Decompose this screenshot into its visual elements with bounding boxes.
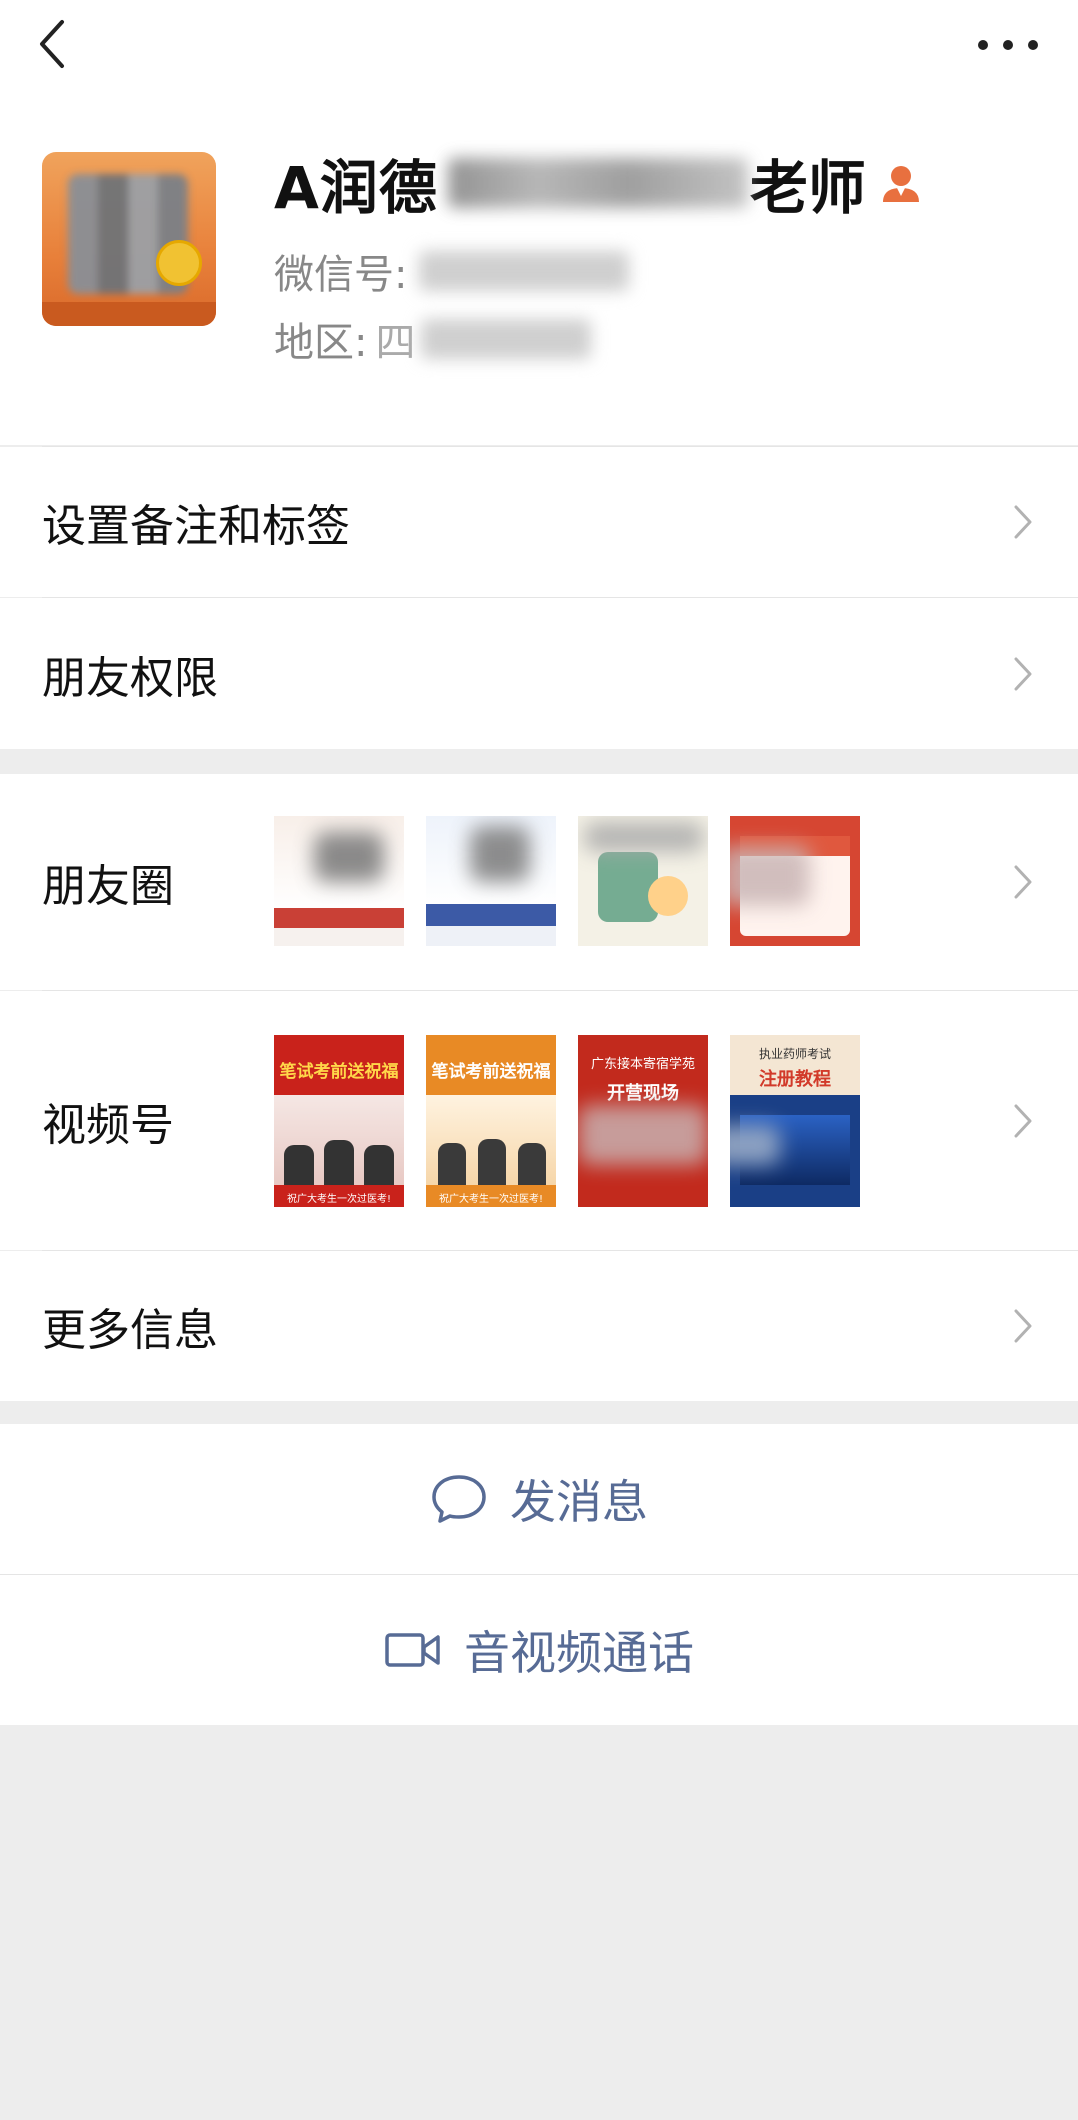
- moments-row[interactable]: 朋友圈: [0, 774, 1078, 990]
- moments-label: 朋友圈: [42, 861, 174, 912]
- channels-thumb-1: 笔试考前送祝福 祝广大考生一次过医考!: [274, 1035, 404, 1207]
- more-info-label: 更多信息: [42, 1305, 218, 1356]
- avatar[interactable]: [42, 152, 216, 326]
- wechat-id-label: 微信号:: [274, 252, 408, 298]
- more-dots-icon: [978, 40, 988, 50]
- region-value: 四: [375, 320, 416, 366]
- moments-thumb-2: [426, 816, 556, 946]
- chevron-right-icon: [1014, 865, 1032, 899]
- channels-thumb-2: 笔试考前送祝福 祝广大考生一次过医考!: [426, 1035, 556, 1207]
- friend-permission-row[interactable]: 朋友权限: [0, 598, 1078, 749]
- more-info-row[interactable]: 更多信息: [0, 1251, 1078, 1401]
- send-message-button[interactable]: 发消息: [0, 1424, 1078, 1574]
- region-redacted: [421, 319, 592, 359]
- profile-card: A润德 老师 微信号: 地区: 四: [0, 90, 1078, 445]
- moments-thumb-4: [730, 816, 860, 946]
- wechat-id-redacted: [419, 251, 630, 291]
- video-call-button[interactable]: 音视频通话: [0, 1575, 1078, 1725]
- profile-name: A润德 老师: [274, 148, 922, 222]
- more-button[interactable]: [978, 30, 1038, 60]
- moments-thumb-3: [578, 816, 708, 946]
- set-remark-label: 设置备注和标签: [42, 501, 350, 552]
- channels-thumb-3: 广东接本寄宿学苑 开营现场: [578, 1035, 708, 1207]
- region-label: 地区:: [274, 320, 368, 366]
- send-message-label: 发消息: [510, 1475, 648, 1529]
- channels-thumb-4: 执业药师考试 注册教程: [730, 1035, 860, 1207]
- name-redacted: [447, 158, 748, 208]
- channels-label: 视频号: [42, 1099, 174, 1151]
- moments-thumb-1: [274, 816, 404, 946]
- chevron-right-icon: [1014, 1309, 1032, 1343]
- channels-row[interactable]: 视频号 笔试考前送祝福 祝广大考生一次过医考! 笔试考前送祝福 祝广大考生一次过…: [0, 991, 1078, 1250]
- contact-person-icon: [882, 166, 919, 202]
- friend-permission-label: 朋友权限: [42, 652, 218, 704]
- region-row: 地区: 四: [274, 310, 592, 368]
- chat-bubble-icon: [430, 1473, 488, 1525]
- video-call-label: 音视频通话: [464, 1626, 694, 1680]
- video-camera-icon: [384, 1630, 442, 1670]
- chevron-left-icon: [40, 20, 64, 68]
- chevron-right-icon: [1014, 657, 1032, 690]
- wechat-id-row: 微信号:: [274, 242, 630, 300]
- chevron-right-icon: [1014, 1104, 1032, 1137]
- name-prefix: A润德: [274, 154, 438, 222]
- set-remark-row[interactable]: 设置备注和标签: [0, 447, 1078, 597]
- top-bar: [0, 0, 1078, 90]
- chevron-right-icon: [1014, 505, 1032, 539]
- back-button[interactable]: [34, 18, 74, 70]
- name-suffix: 老师: [749, 154, 866, 222]
